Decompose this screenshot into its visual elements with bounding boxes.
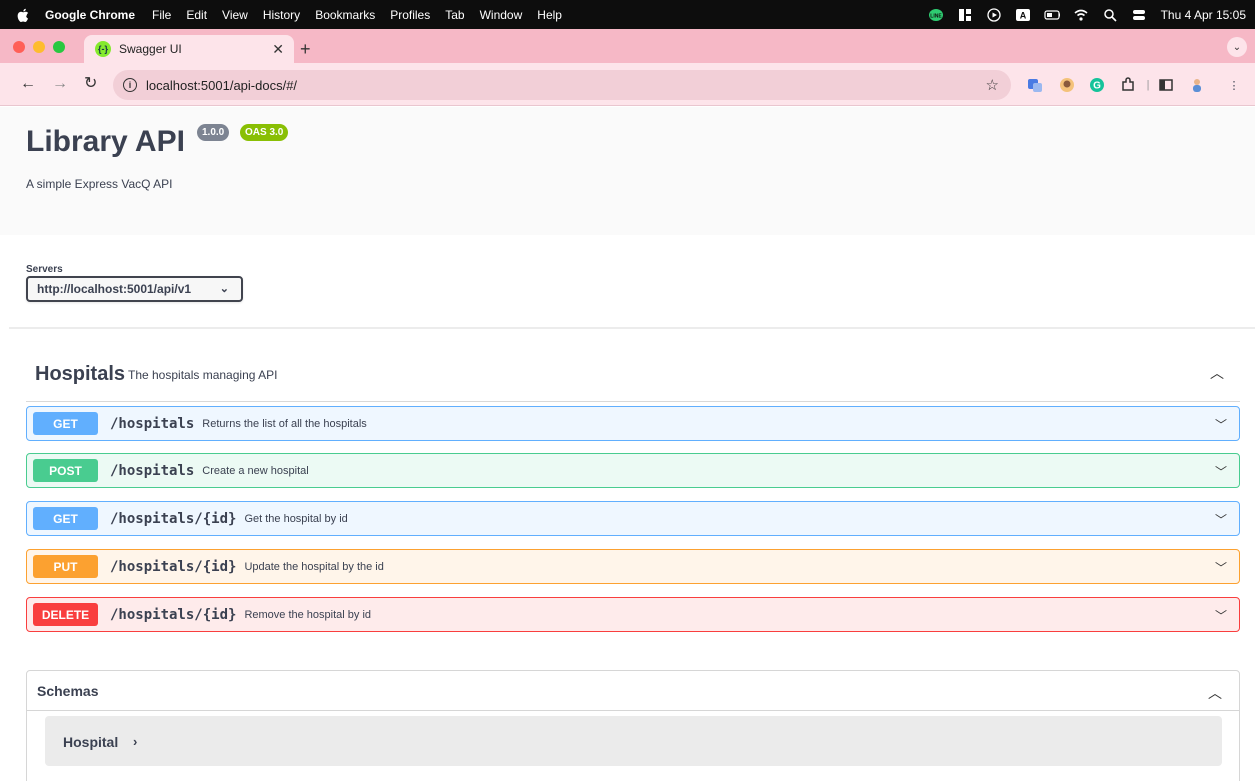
chevron-down-icon[interactable]: ﹀ bbox=[1215, 416, 1227, 433]
chevron-up-icon[interactable]: ︿ bbox=[1210, 363, 1224, 383]
menu-help[interactable]: Help bbox=[537, 8, 562, 22]
api-title: Library API bbox=[26, 125, 185, 158]
servers-selected-value: http://localhost:5001/api/v1 bbox=[37, 282, 192, 296]
menu-view[interactable]: View bbox=[222, 8, 248, 22]
browser-toolbar: ← → ↻ i localhost:5001/api-docs/#/ ☆ G |… bbox=[0, 63, 1255, 106]
menu-edit[interactable]: Edit bbox=[186, 8, 207, 22]
menu-tab[interactable]: Tab bbox=[445, 8, 464, 22]
method-badge: GET bbox=[33, 507, 98, 530]
schema-model-hospital[interactable]: Hospital › bbox=[45, 716, 1222, 766]
servers-select[interactable]: http://localhost:5001/api/v1 ⌄ bbox=[26, 276, 243, 302]
svg-text:LINE: LINE bbox=[930, 13, 942, 19]
avatar-extension-icon[interactable] bbox=[1059, 77, 1075, 93]
line-app-icon[interactable]: LINE bbox=[928, 8, 944, 22]
macos-menu-bar: Google Chrome File Edit View History Boo… bbox=[0, 0, 1255, 29]
site-info-icon[interactable]: i bbox=[123, 78, 137, 92]
profile-avatar-icon[interactable] bbox=[1189, 77, 1205, 93]
chevron-up-icon[interactable]: ︿ bbox=[1208, 683, 1222, 703]
grammarly-icon[interactable]: G bbox=[1089, 77, 1105, 93]
chevron-down-icon: ⌄ bbox=[219, 283, 229, 295]
operation-put-hospital-by-id[interactable]: PUT /hospitals/{id} Update the hospital … bbox=[26, 549, 1240, 584]
control-center-icon[interactable] bbox=[1131, 8, 1147, 22]
menu-file[interactable]: File bbox=[152, 8, 171, 22]
method-badge: POST bbox=[33, 459, 98, 482]
chevron-right-icon[interactable]: › bbox=[133, 734, 137, 749]
section-divider bbox=[9, 327, 1255, 329]
window-close-button[interactable] bbox=[13, 41, 25, 53]
operation-summary: Remove the hospital by id bbox=[244, 608, 372, 621]
window-maximize-button[interactable] bbox=[53, 41, 65, 53]
swagger-favicon-icon: {-} bbox=[95, 41, 111, 57]
spotlight-search-icon[interactable] bbox=[1102, 8, 1118, 22]
play-circle-icon[interactable] bbox=[986, 7, 1002, 22]
tag-header-hospitals[interactable]: Hospitals The hospitals managing API ︿ bbox=[26, 345, 1240, 402]
reload-icon[interactable]: ↻ bbox=[84, 75, 97, 93]
input-source-icon[interactable]: A bbox=[1015, 8, 1031, 22]
api-description: A simple Express VacQ API bbox=[26, 177, 173, 191]
svg-text:A: A bbox=[1019, 10, 1026, 20]
apple-logo-icon[interactable] bbox=[13, 8, 33, 22]
browser-tab-strip: {-} Swagger UI ✕ + ⌄ bbox=[0, 29, 1255, 63]
schemas-section: Schemas ︿ Hospital › bbox=[26, 670, 1240, 781]
operation-summary: Returns the list of all the hospitals bbox=[202, 417, 367, 430]
operation-path: /hospitals bbox=[110, 415, 195, 432]
chevron-down-icon[interactable]: ﹀ bbox=[1215, 463, 1227, 480]
oas-badge: OAS 3.0 bbox=[240, 124, 289, 141]
method-badge: DELETE bbox=[33, 603, 98, 626]
address-bar[interactable]: i localhost:5001/api-docs/#/ ☆ bbox=[113, 70, 1011, 100]
schemas-title: Schemas bbox=[37, 683, 99, 699]
swagger-info-section: Library API 1.0.0 OAS 3.0 A simple Expre… bbox=[0, 107, 1255, 235]
operation-path: /hospitals/{id} bbox=[110, 510, 237, 527]
operation-path: /hospitals bbox=[110, 462, 195, 479]
operation-get-hospital-by-id[interactable]: GET /hospitals/{id} Get the hospital by … bbox=[26, 501, 1240, 536]
forward-arrow-icon[interactable]: → bbox=[52, 75, 68, 93]
operation-summary: Create a new hospital bbox=[202, 464, 309, 477]
operation-post-hospitals[interactable]: POST /hospitals Create a new hospital ﹀ bbox=[26, 453, 1240, 488]
bookmark-star-icon[interactable]: ☆ bbox=[986, 76, 999, 94]
chevron-down-icon[interactable]: ﹀ bbox=[1215, 559, 1227, 576]
tag-name: Hospitals bbox=[35, 363, 126, 385]
menubar-status-area: LINE A Thu 4 Apr 15:05 bbox=[915, 0, 1246, 29]
menu-app-name[interactable]: Google Chrome bbox=[45, 8, 135, 22]
chevron-down-icon[interactable]: ﹀ bbox=[1215, 607, 1227, 624]
operation-path: /hospitals/{id} bbox=[110, 558, 237, 575]
side-panel-icon[interactable] bbox=[1158, 77, 1174, 93]
method-badge: PUT bbox=[33, 555, 98, 578]
back-arrow-icon[interactable]: ← bbox=[20, 75, 36, 93]
model-name: Hospital bbox=[63, 734, 119, 750]
menubar-clock[interactable]: Thu 4 Apr 15:05 bbox=[1161, 8, 1246, 22]
new-tab-button[interactable]: + bbox=[300, 40, 311, 58]
operation-delete-hospital-by-id[interactable]: DELETE /hospitals/{id} Remove the hospit… bbox=[26, 597, 1240, 632]
extensions-puzzle-icon[interactable] bbox=[1120, 77, 1136, 93]
battery-icon[interactable] bbox=[1043, 8, 1060, 22]
operation-summary: Update the hospital by the id bbox=[244, 560, 384, 573]
servers-label: Servers bbox=[26, 264, 63, 275]
operation-get-hospitals[interactable]: GET /hospitals Returns the list of all t… bbox=[26, 406, 1240, 441]
tag-description: The hospitals managing API bbox=[128, 368, 278, 382]
menu-profiles[interactable]: Profiles bbox=[390, 8, 430, 22]
menu-bookmarks[interactable]: Bookmarks bbox=[315, 8, 375, 22]
tab-close-icon[interactable]: ✕ bbox=[272, 41, 284, 58]
svg-text:G: G bbox=[1093, 81, 1101, 92]
menu-window[interactable]: Window bbox=[480, 8, 523, 22]
operation-path: /hospitals/{id} bbox=[110, 606, 237, 623]
tab-title: Swagger UI bbox=[119, 42, 182, 56]
chevron-down-icon[interactable]: ﹀ bbox=[1215, 511, 1227, 528]
operation-summary: Get the hospital by id bbox=[244, 512, 348, 525]
wifi-icon[interactable] bbox=[1073, 8, 1089, 22]
window-minimize-button[interactable] bbox=[33, 41, 45, 53]
tab-search-chevron-icon[interactable]: ⌄ bbox=[1227, 37, 1247, 57]
menu-history[interactable]: History bbox=[263, 8, 300, 22]
browser-tab-swagger[interactable]: {-} Swagger UI ✕ bbox=[84, 35, 294, 63]
translate-extension-icon[interactable] bbox=[1027, 77, 1043, 93]
schemas-header[interactable]: Schemas ︿ bbox=[27, 671, 1239, 711]
address-bar-url[interactable]: localhost:5001/api-docs/#/ bbox=[146, 78, 297, 93]
toolbar-divider: | bbox=[1146, 79, 1150, 91]
version-badge: 1.0.0 bbox=[197, 124, 230, 141]
method-badge: GET bbox=[33, 412, 98, 435]
layout-grid-icon[interactable] bbox=[957, 8, 973, 22]
chrome-menu-kebab-icon[interactable]: ⋮ bbox=[1226, 77, 1242, 93]
